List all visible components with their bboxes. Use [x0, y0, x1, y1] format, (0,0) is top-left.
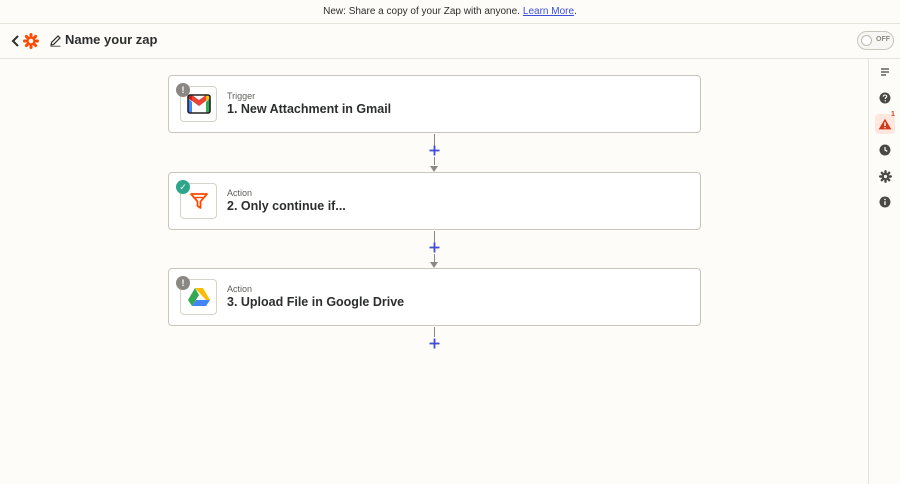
- settings-icon: [878, 169, 892, 183]
- warnings-button[interactable]: 1: [875, 111, 895, 134]
- step-type-label: Trigger: [227, 91, 256, 101]
- step-title: 2. Only continue if...: [227, 199, 346, 213]
- alert-status-icon: !: [176, 83, 190, 97]
- info-icon: [879, 196, 891, 208]
- zap-name-title[interactable]: Name your zap: [65, 32, 157, 47]
- editor-header: Name your zap OFF: [0, 24, 900, 59]
- help-icon: [879, 92, 891, 104]
- details-icon: [881, 68, 889, 76]
- connector-line: [434, 254, 435, 262]
- help-button[interactable]: [875, 88, 895, 108]
- warning-count-badge: 1: [891, 111, 895, 118]
- alert-status-icon: !: [176, 276, 190, 290]
- filter-icon: [189, 193, 208, 209]
- history-button[interactable]: [875, 140, 895, 160]
- add-step-button[interactable]: [428, 337, 441, 350]
- add-step-button[interactable]: [428, 144, 441, 157]
- plus-icon: [429, 242, 440, 253]
- right-sidebar: 1: [868, 59, 900, 484]
- toggle-knob: [861, 35, 872, 46]
- history-icon: [879, 144, 891, 156]
- step-card-2[interactable]: ✓ Action 2. Only continue if...: [168, 172, 701, 230]
- banner-text: New: Share a copy of your Zap with anyon…: [323, 6, 520, 17]
- step-title: 3. Upload File in Google Drive: [227, 295, 405, 309]
- banner-suffix: .: [574, 6, 577, 17]
- warning-icon: [878, 118, 892, 130]
- chevron-left-icon: [11, 35, 19, 47]
- details-button[interactable]: [875, 62, 895, 82]
- connector-line: [434, 157, 435, 165]
- toggle-label: OFF: [876, 36, 890, 43]
- zapier-logo[interactable]: [23, 33, 39, 49]
- connector-line: [434, 327, 435, 337]
- info-button[interactable]: [875, 192, 895, 212]
- edit-name-button[interactable]: [49, 34, 62, 47]
- plus-icon: [429, 338, 440, 349]
- add-step-button[interactable]: [428, 241, 441, 254]
- check-status-icon: ✓: [176, 180, 190, 194]
- step-card-1[interactable]: ! Trigger 1. New Attachment in Gmail: [168, 75, 701, 133]
- learn-more-link[interactable]: Learn More: [523, 6, 574, 17]
- step-type-label: Action: [227, 284, 253, 294]
- step-type-label: Action: [227, 188, 253, 198]
- step-card-3[interactable]: ! Action 3. Upload File in Google Drive: [168, 268, 701, 326]
- back-button[interactable]: [10, 34, 22, 48]
- plus-icon: [429, 145, 440, 156]
- settings-button[interactable]: [875, 166, 895, 186]
- zap-on-off-toggle[interactable]: OFF: [857, 31, 894, 50]
- zapier-asterisk-icon: [23, 33, 39, 49]
- step-title: 1. New Attachment in Gmail: [227, 102, 392, 116]
- pencil-icon: [50, 35, 61, 47]
- announcement-banner: New: Share a copy of your Zap with anyon…: [0, 0, 900, 24]
- google-drive-icon: [187, 288, 210, 306]
- gmail-icon: [186, 94, 211, 114]
